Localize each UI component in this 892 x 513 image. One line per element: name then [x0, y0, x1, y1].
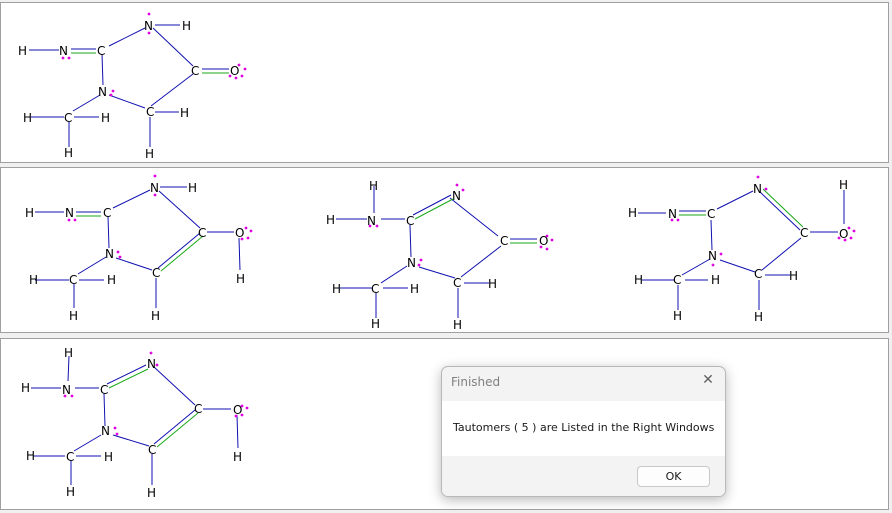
atom-o: O: [839, 227, 848, 241]
atom-h: H: [711, 273, 720, 287]
atom-h: H: [628, 206, 637, 220]
atom-n: N: [407, 256, 416, 270]
atom-c: C: [66, 450, 74, 464]
atom-h: H: [26, 449, 35, 463]
atom-h: H: [233, 450, 242, 464]
atom-h: H: [326, 213, 335, 227]
dialog-footer: OK: [442, 456, 725, 496]
atom-c: C: [673, 273, 681, 287]
dialog-message: Tautomers ( 5 ) are Listed in the Right …: [453, 421, 715, 434]
atom-h: H: [839, 178, 848, 192]
atom-h: H: [23, 111, 32, 125]
atom-h: H: [488, 277, 497, 291]
molecule-diagram-1: N H C N H C O N C H H C H H H: [18, 12, 247, 161]
atom-n: N: [150, 181, 159, 195]
atom-h: H: [145, 147, 154, 161]
atom-h: H: [101, 111, 110, 125]
molecule-diagram-2: N H C N H C O N C H H C H H H H H N C N …: [25, 174, 856, 332]
atom-n: N: [105, 247, 114, 261]
atom-c: C: [146, 105, 154, 119]
atom-o: O: [235, 226, 244, 240]
atom-c: C: [754, 267, 762, 281]
atom-h: H: [180, 106, 189, 120]
tautomer-panel-middle: N H C N H C O N C H H C H H H H H N C N …: [0, 167, 889, 333]
atom-h: H: [332, 282, 341, 296]
atom-h: H: [188, 181, 197, 195]
close-icon[interactable]: ✕: [699, 371, 717, 389]
atom-c: C: [100, 383, 108, 397]
finished-dialog: Finished ✕ Tautomers ( 5 ) are Listed in…: [441, 366, 726, 497]
atom-h: H: [369, 179, 378, 193]
atom-h: H: [147, 486, 156, 500]
atom-h: H: [29, 273, 38, 287]
atom-h: H: [21, 381, 30, 395]
atom-h: H: [673, 309, 682, 323]
atom-c: C: [152, 266, 160, 280]
atom-h: H: [789, 269, 798, 283]
atom-n: N: [452, 189, 461, 203]
atom-c: C: [194, 402, 202, 416]
atom-n: N: [367, 214, 376, 228]
atom-h: H: [453, 318, 462, 332]
atom-n: N: [708, 249, 717, 263]
atom-c: C: [103, 206, 111, 220]
atom-n: N: [98, 85, 107, 99]
atom-n: N: [59, 44, 68, 58]
atom-n: N: [62, 383, 71, 397]
atom-h: H: [18, 44, 27, 58]
atom-n: N: [101, 424, 110, 438]
atom-h: H: [107, 273, 116, 287]
atom-n: N: [144, 19, 153, 33]
atom-h: H: [64, 346, 73, 360]
atom-c: C: [406, 214, 414, 228]
atom-c: C: [453, 276, 461, 290]
atom-h: H: [66, 485, 75, 499]
atom-h: H: [371, 317, 380, 331]
atom-c: C: [64, 111, 72, 125]
dialog-body: Tautomers ( 5 ) are Listed in the Right …: [442, 401, 725, 456]
atom-c: C: [97, 44, 105, 58]
atom-c: C: [198, 226, 206, 240]
ok-button[interactable]: OK: [637, 466, 710, 487]
atom-h: H: [236, 272, 245, 286]
atom-h: H: [410, 282, 419, 296]
atom-h: H: [64, 146, 73, 160]
atom-h: H: [182, 19, 191, 33]
atom-c: C: [191, 64, 199, 78]
atom-c: C: [707, 207, 715, 221]
atom-c: C: [500, 234, 508, 248]
atom-h: H: [151, 309, 160, 323]
atom-c: C: [800, 226, 808, 240]
atom-o: O: [230, 64, 239, 78]
atom-n: N: [65, 206, 74, 220]
atom-c: C: [148, 443, 156, 457]
atom-h: H: [104, 450, 113, 464]
dialog-title: Finished: [451, 375, 501, 389]
atom-h: H: [634, 273, 643, 287]
atom-n: N: [147, 357, 156, 371]
atom-h: H: [25, 206, 34, 220]
atom-n: N: [753, 182, 762, 196]
tautomer-panel-top: N H C N H C O N C H H C H H H: [0, 2, 889, 163]
atom-h: H: [69, 309, 78, 323]
atom-h: H: [754, 310, 763, 324]
atom-c: C: [69, 273, 77, 287]
atom-c: C: [371, 282, 379, 296]
